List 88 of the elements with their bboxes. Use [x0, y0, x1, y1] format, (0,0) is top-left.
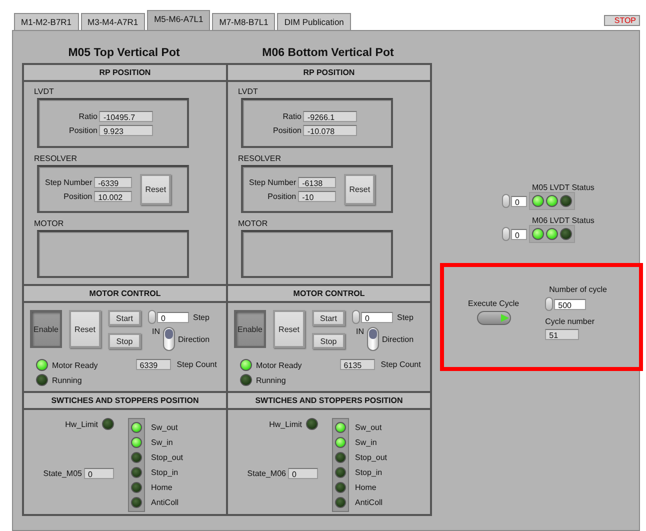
led-label: Stop_in: [355, 467, 384, 478]
led-label: Stop_out: [355, 452, 388, 463]
group-label: MOTOR: [238, 219, 268, 228]
ratio-indicator: -9266.1: [303, 110, 358, 122]
stop-button[interactable]: Stop: [108, 333, 141, 349]
direction-switch[interactable]: [367, 327, 379, 351]
ratio-indicator: -10495.7: [99, 110, 154, 122]
section-header: MOTOR CONTROL: [24, 284, 226, 303]
execute-button[interactable]: [476, 311, 511, 325]
motor-button[interactable]: Reset: [69, 310, 101, 348]
led-label: Stop_out: [151, 452, 184, 463]
section-header: RP POSITION: [228, 65, 430, 82]
led-label: AntiColl: [355, 497, 384, 508]
section-header: SWTICHES AND STOPPERS POSITION: [228, 391, 430, 410]
tab[interactable]: DIM Publication: [277, 13, 351, 30]
reset-button[interactable]: Reset: [344, 174, 376, 204]
switch-label: Direction: [178, 334, 210, 344]
motor-button[interactable]: Enable: [234, 310, 266, 348]
led-label: Motor Ready: [52, 360, 98, 370]
field-label: Step Number: [45, 178, 92, 186]
led-label: Hw_Limit: [269, 420, 302, 428]
tab[interactable]: M7-M8-B7L1: [212, 13, 276, 30]
led-label: Sw_out: [355, 422, 383, 433]
section-header: SWTICHES AND STOPPERS POSITION: [24, 391, 226, 410]
led-label: Running: [256, 376, 286, 384]
stop-button[interactable]: Stop: [312, 333, 345, 349]
field-label: Position: [268, 192, 296, 200]
cycle-number-indicator: 51: [545, 329, 580, 340]
field-label: Step: [193, 312, 210, 322]
panel-title: M06 Bottom Vertical Pot: [261, 47, 395, 59]
section-header: MOTOR CONTROL: [228, 284, 430, 303]
start-button[interactable]: Start: [312, 310, 345, 326]
led-label: Home: [355, 482, 378, 493]
led-label: Motor Ready: [256, 360, 302, 370]
switch-label: IN: [152, 327, 160, 336]
position-indicator: -10: [298, 190, 336, 202]
cycle-count-field[interactable]: 500: [545, 297, 607, 311]
led-label: Hw_Limit: [65, 420, 98, 428]
motor-button[interactable]: Enable: [30, 310, 62, 348]
step-count-indicator: 6339: [136, 359, 171, 370]
start-button[interactable]: Start: [108, 310, 141, 326]
step-count-indicator: 6135: [340, 359, 375, 370]
led-label: Running: [52, 376, 82, 384]
position-indicator: 9.923: [99, 124, 154, 136]
group-label: MOTOR: [34, 219, 64, 228]
field-label: Step Count: [176, 360, 217, 369]
led-label: Sw_out: [151, 422, 179, 433]
state-indicator: 0: [84, 468, 114, 479]
field-label: Step Number: [249, 178, 296, 186]
led-label: Sw_in: [151, 437, 174, 448]
field-label: Cycle number: [545, 317, 596, 326]
field-label: State_M06: [247, 469, 286, 478]
section-header: RP POSITION: [24, 65, 226, 82]
status-label: M05 LVDT Status: [532, 183, 594, 192]
led-label: Home: [151, 482, 174, 493]
field-label: Number of cycle: [549, 285, 607, 294]
direction-switch[interactable]: [163, 327, 175, 351]
led-label: Stop_in: [151, 467, 180, 478]
field-label: Step Count: [380, 360, 421, 369]
led-label: AntiColl: [151, 497, 180, 508]
panel-title: M05 Top Vertical Pot: [67, 47, 181, 59]
field-label: Step: [397, 312, 414, 322]
status-label: M06 LVDT Status: [532, 216, 594, 225]
tab[interactable]: M5-M6-A7L1: [147, 10, 210, 30]
group-label: LVDT: [34, 87, 54, 96]
step-number-indicator: -6138: [298, 176, 336, 188]
play-icon: [500, 313, 510, 323]
button-label: Execute Cycle: [468, 299, 520, 308]
group-label: LVDT: [238, 87, 258, 96]
led-label: Sw_in: [355, 437, 378, 448]
motor-button[interactable]: Reset: [273, 310, 305, 348]
group-label: RESOLVER: [34, 154, 77, 163]
field-label: State_M05: [43, 469, 82, 478]
field-label: Position: [273, 126, 302, 134]
switch-label: IN: [356, 327, 364, 336]
field-label: Position: [64, 192, 92, 200]
tab[interactable]: M3-M4-A7R1: [80, 13, 146, 30]
field-label: Ratio: [282, 112, 302, 120]
switch-label: Direction: [382, 334, 414, 344]
group-label: RESOLVER: [238, 154, 281, 163]
field-label: Position: [69, 126, 98, 134]
state-indicator: 0: [288, 468, 318, 479]
tab[interactable]: M1-M2-B7R1: [14, 13, 79, 30]
step-number-indicator: -6339: [94, 176, 132, 188]
position-indicator: 10.002: [94, 190, 132, 202]
field-label: Ratio: [78, 112, 98, 120]
position-indicator: -10.078: [303, 124, 358, 136]
reset-button[interactable]: Reset: [140, 174, 172, 204]
